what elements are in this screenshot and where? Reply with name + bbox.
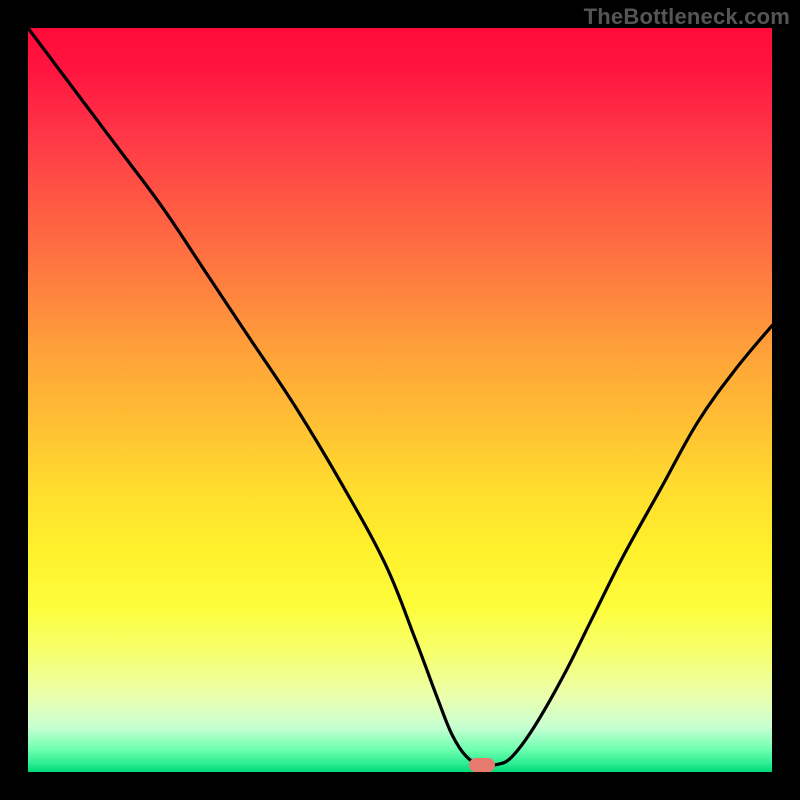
chart-frame: TheBottleneck.com (0, 0, 800, 800)
watermark-text: TheBottleneck.com (584, 4, 790, 30)
curve-path (28, 28, 772, 766)
minimum-marker (469, 758, 495, 772)
plot-area (28, 28, 772, 772)
bottleneck-curve (28, 28, 772, 772)
